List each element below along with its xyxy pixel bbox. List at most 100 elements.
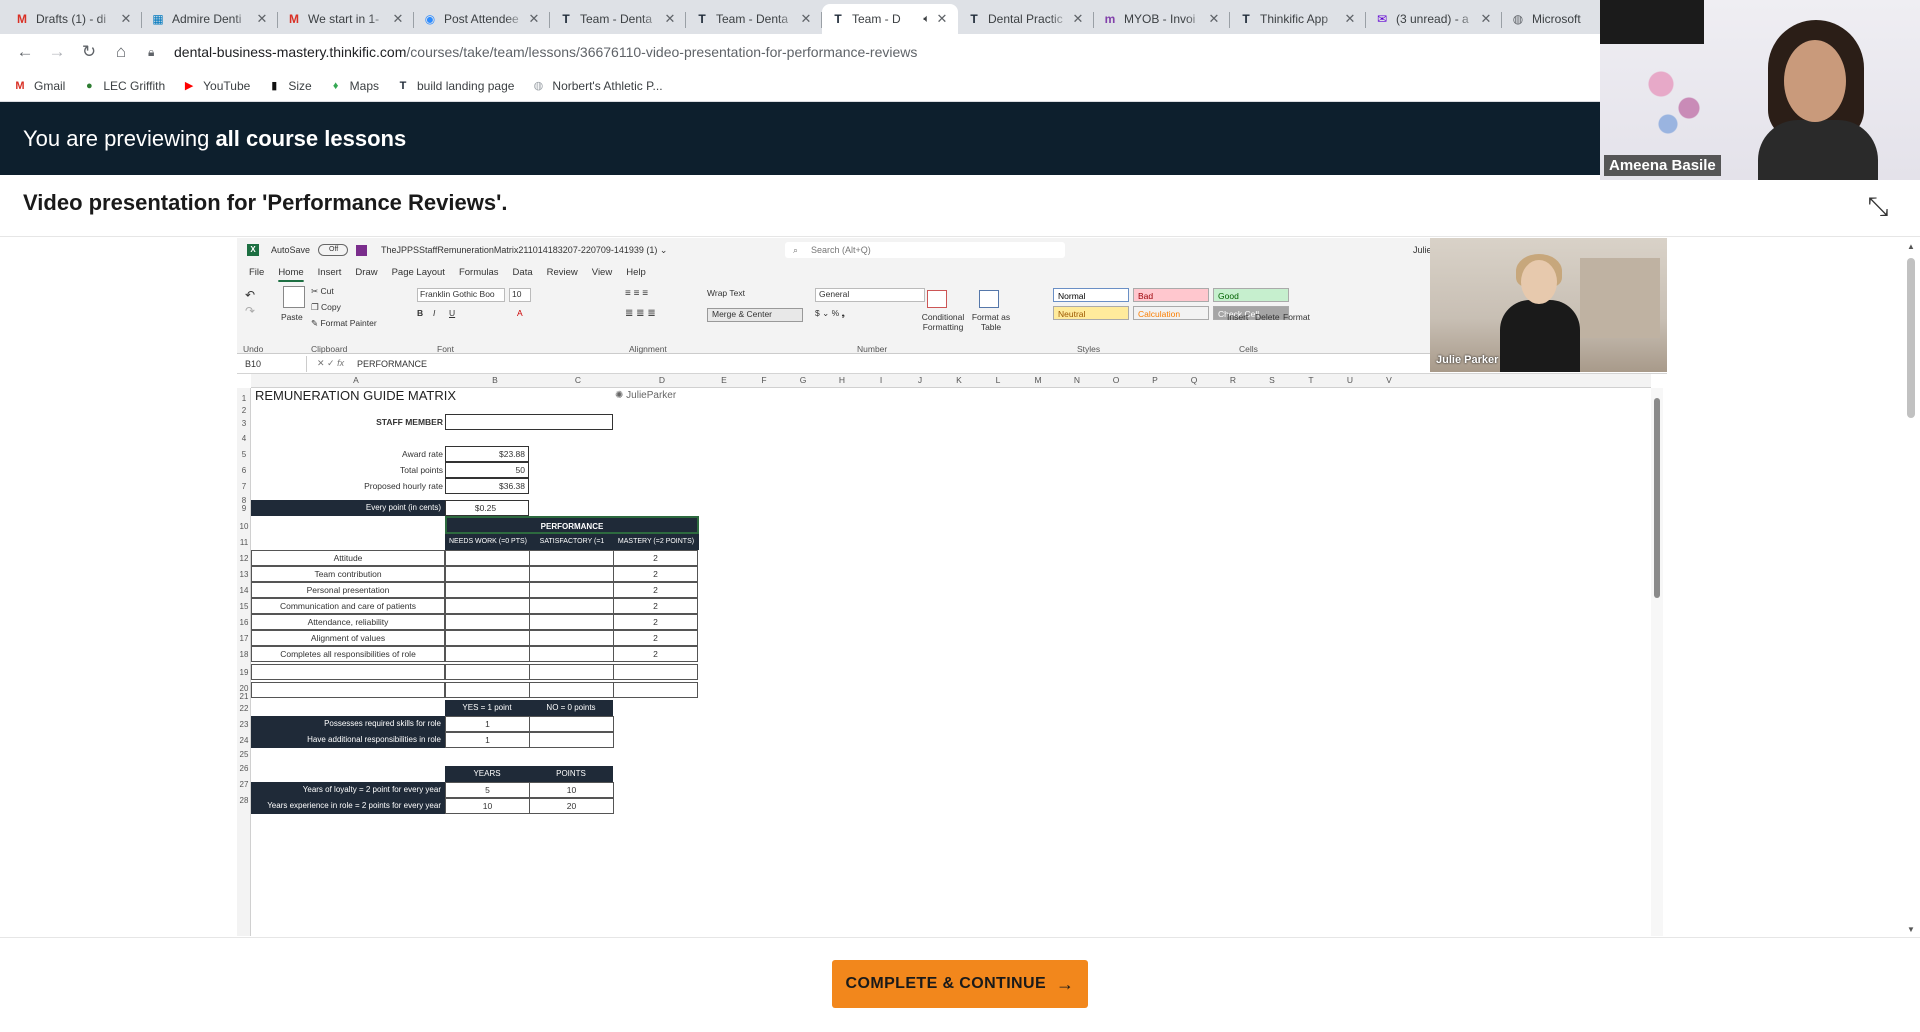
delete-cells-button[interactable]: Delete [1255, 312, 1280, 322]
points-cell[interactable]: 20 [529, 798, 614, 814]
score-cell[interactable]: 2 [613, 646, 698, 662]
column-header[interactable]: D [655, 375, 669, 385]
bookmark-item[interactable]: M Gmail [12, 78, 65, 94]
score-cell[interactable]: 2 [613, 550, 698, 566]
column-header[interactable]: T [1304, 375, 1318, 385]
column-header[interactable]: O [1109, 375, 1123, 385]
cell-style-calculation[interactable]: Calculation [1133, 306, 1209, 320]
score-cell[interactable] [445, 598, 530, 614]
column-header[interactable]: R [1226, 375, 1240, 385]
row-header[interactable]: 15 [237, 602, 251, 611]
font-color-icon[interactable]: A [517, 308, 523, 318]
browser-tab[interactable]: T Dental Practic ✕ [958, 4, 1094, 34]
years-cell[interactable]: 5 [445, 782, 530, 798]
yes-cell[interactable]: 1 [445, 716, 530, 732]
score-cell[interactable] [613, 664, 698, 680]
scroll-down-icon[interactable]: ▼ [1906, 925, 1916, 934]
row-header[interactable]: 10 [237, 522, 251, 531]
scroll-up-icon[interactable]: ▲ [1906, 242, 1916, 251]
staff-member-field[interactable] [445, 414, 613, 430]
browser-tab[interactable]: ✉ (3 unread) - a ✕ [1366, 4, 1502, 34]
score-cell[interactable] [613, 682, 698, 698]
back-arrow-icon[interactable]: ← [10, 38, 40, 66]
score-cell[interactable] [445, 582, 530, 598]
excel-menu-help[interactable]: Help [626, 267, 646, 278]
total-points-value[interactable]: 50 [445, 462, 529, 478]
browser-tab[interactable]: M We start in 1- ✕ [278, 4, 414, 34]
cell-style-neutral[interactable]: Neutral [1053, 306, 1129, 320]
bookmark-item[interactable]: ● LEC Griffith [81, 78, 165, 94]
redo-icon[interactable]: ↷ [245, 304, 255, 318]
column-header[interactable]: B [488, 375, 502, 385]
page-scrollbar[interactable]: ▲ ▼ [1904, 238, 1918, 936]
excel-menu-view[interactable]: View [592, 267, 612, 278]
reload-icon[interactable]: ↻ [74, 38, 104, 66]
formula-input[interactable]: PERFORMANCE [357, 359, 427, 369]
cut-button[interactable]: ✂ Cut [311, 286, 334, 297]
italic-icon[interactable]: I [433, 308, 435, 318]
paste-button[interactable]: Paste [281, 312, 303, 322]
close-icon[interactable]: ✕ [254, 11, 270, 27]
row-header[interactable]: 12 [237, 554, 251, 563]
score-cell[interactable] [529, 614, 614, 630]
row-header[interactable]: 27 [237, 780, 251, 789]
conditional-formatting-button[interactable]: Conditional Formatting [915, 312, 971, 332]
column-header[interactable]: I [874, 375, 888, 385]
score-cell[interactable] [529, 682, 614, 698]
row-header[interactable]: 5 [237, 450, 251, 459]
align-left-icon[interactable]: ≣ ≣ ≣ [625, 308, 656, 319]
format-as-table-button[interactable]: Format as Table [971, 312, 1011, 332]
score-cell[interactable] [529, 598, 614, 614]
cell-style-bad[interactable]: Bad [1133, 288, 1209, 302]
award-rate-value[interactable]: $23.88 [445, 446, 529, 462]
column-header[interactable]: S [1265, 375, 1279, 385]
row-header[interactable]: 7 [237, 482, 251, 491]
yes-cell[interactable]: 1 [445, 732, 530, 748]
column-header[interactable]: C [571, 375, 585, 385]
score-cell[interactable]: 2 [613, 582, 698, 598]
column-header[interactable]: E [717, 375, 731, 385]
row-header[interactable]: 22 [237, 704, 251, 713]
score-cell[interactable] [445, 682, 530, 698]
column-header[interactable]: P [1148, 375, 1162, 385]
home-icon[interactable]: ⌂ [106, 38, 136, 66]
score-cell[interactable] [529, 582, 614, 598]
browser-tab[interactable]: T Team - Denta ✕ [550, 4, 686, 34]
column-header[interactable]: G [796, 375, 810, 385]
column-header[interactable]: U [1343, 375, 1357, 385]
score-cell[interactable] [529, 550, 614, 566]
close-icon[interactable]: ✕ [526, 11, 542, 27]
performance-header[interactable]: PERFORMANCE [445, 516, 699, 534]
close-icon[interactable]: ✕ [1070, 11, 1086, 27]
row-header[interactable]: 28 [237, 796, 251, 805]
excel-menu-draw[interactable]: Draw [355, 267, 377, 278]
font-size-select[interactable]: 10 [509, 288, 531, 302]
excel-scrollbar[interactable] [1651, 388, 1663, 936]
bookmark-item[interactable]: ▶ YouTube [181, 78, 250, 94]
browser-tab[interactable]: ◉ Post Attendee ✕ [414, 4, 550, 34]
complete-and-continue-button[interactable]: COMPLETE & CONTINUE → [832, 960, 1088, 1008]
row-header[interactable]: 17 [237, 634, 251, 643]
every-point-value[interactable]: $0.25 [445, 500, 529, 516]
score-cell[interactable] [445, 566, 530, 582]
column-header[interactable]: F [757, 375, 771, 385]
row-header[interactable]: 25 [237, 750, 251, 759]
score-cell[interactable] [445, 614, 530, 630]
cell-style-good[interactable]: Good [1213, 288, 1289, 302]
row-header[interactable]: 18 [237, 650, 251, 659]
undo-icon[interactable]: ↶ [245, 288, 255, 302]
points-cell[interactable]: 10 [529, 782, 614, 798]
autosave-toggle[interactable]: Off [318, 244, 349, 256]
row-header[interactable]: 23 [237, 720, 251, 729]
row-header[interactable]: 3 [237, 419, 251, 428]
column-header[interactable]: L [991, 375, 1005, 385]
browser-tab[interactable]: T Thinkific App ✕ [1230, 4, 1366, 34]
merge-center-button[interactable]: Merge & Center [707, 308, 803, 322]
score-cell[interactable]: 2 [613, 630, 698, 646]
row-header[interactable]: 19 [237, 668, 251, 677]
browser-tab[interactable]: T Team - D 🔈︎ ✕ [822, 4, 958, 34]
column-header[interactable]: K [952, 375, 966, 385]
excel-menu-review[interactable]: Review [547, 267, 578, 278]
row-header[interactable]: 16 [237, 618, 251, 627]
row-header[interactable]: 14 [237, 586, 251, 595]
